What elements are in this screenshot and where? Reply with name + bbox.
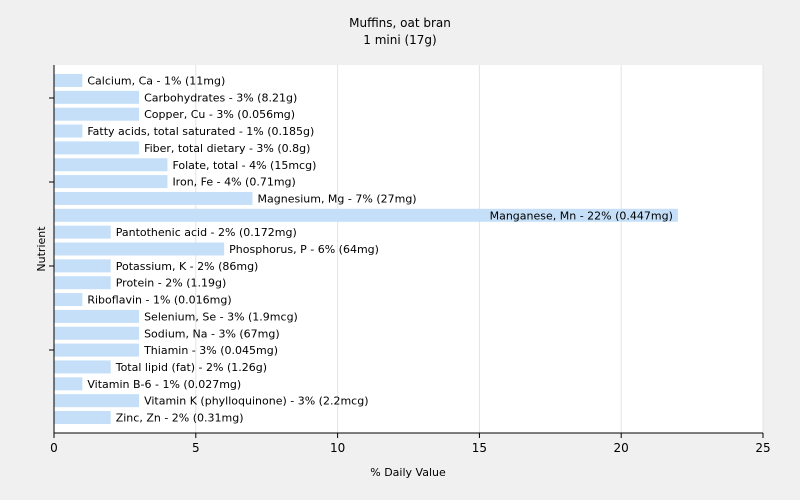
bar-label: Total lipid (fat) - 2% (1.26g)	[115, 361, 267, 374]
bar-label: Manganese, Mn - 22% (0.447mg)	[490, 209, 673, 222]
bar-label: Fiber, total dietary - 3% (0.8g)	[144, 142, 310, 155]
bar-label: Carbohydrates - 3% (8.21g)	[144, 91, 297, 104]
bar-label: Thiamin - 3% (0.045mg)	[143, 344, 278, 357]
x-axis-title: % Daily Value	[370, 466, 446, 479]
bar	[54, 394, 140, 408]
bar-label: Vitamin K (phylloquinone) - 3% (2.2mcg)	[144, 395, 368, 408]
y-axis-title: Nutrient	[35, 226, 48, 272]
bar	[54, 360, 111, 374]
bar-label: Iron, Fe - 4% (0.71mg)	[172, 176, 295, 189]
bar	[54, 411, 111, 424]
bar-label: Phosphorus, P - 6% (64mg)	[229, 243, 379, 256]
bar-label: Protein - 2% (1.19g)	[116, 277, 227, 290]
bar-label: Fatty acids, total saturated - 1% (0.185…	[87, 125, 314, 138]
bar	[54, 276, 111, 290]
bar	[54, 90, 140, 104]
bar	[54, 107, 140, 121]
bar-label: Zinc, Zn - 2% (0.31mg)	[116, 412, 244, 425]
bar-label: Folate, total - 4% (15mcg)	[172, 159, 316, 172]
bar-label: Calcium, Ca - 1% (11mg)	[87, 75, 225, 88]
bar	[54, 293, 83, 307]
bar-label: Copper, Cu - 3% (0.056mg)	[144, 108, 295, 121]
bar	[54, 377, 83, 391]
bar	[54, 74, 83, 87]
bar	[54, 124, 83, 138]
bar	[54, 141, 140, 155]
bar	[54, 343, 140, 357]
x-tick-label: 15	[472, 441, 487, 455]
bar-label: Magnesium, Mg - 7% (27mg)	[258, 192, 417, 205]
x-tick-label: 20	[614, 441, 629, 455]
bar	[54, 158, 168, 172]
x-tick-label: 10	[330, 441, 345, 455]
bar-label: Vitamin B-6 - 1% (0.027mg)	[87, 378, 241, 391]
x-tick-label: 5	[192, 441, 200, 455]
bar	[54, 175, 168, 189]
bar-label: Potassium, K - 2% (86mg)	[116, 260, 259, 273]
bar-label: Pantothenic acid - 2% (0.172mg)	[116, 226, 297, 239]
bar-label: Selenium, Se - 3% (1.9mcg)	[144, 310, 298, 323]
bar-label: Riboflavin - 1% (0.016mg)	[87, 294, 231, 307]
x-tick-label: 25	[755, 441, 770, 455]
x-ticks: 0 5 10 15 20 25	[50, 433, 771, 455]
bar	[54, 191, 253, 205]
bar-label: Sodium, Na - 3% (67mg)	[144, 327, 280, 340]
bar	[54, 225, 111, 239]
bar	[54, 259, 111, 273]
bar-chart: Calcium, Ca - 1% (11mg) Carbohydrates - 3…	[35, 65, 771, 479]
bar	[54, 326, 140, 340]
bar	[54, 242, 225, 256]
bar	[54, 309, 140, 323]
x-tick-label: 0	[50, 441, 58, 455]
